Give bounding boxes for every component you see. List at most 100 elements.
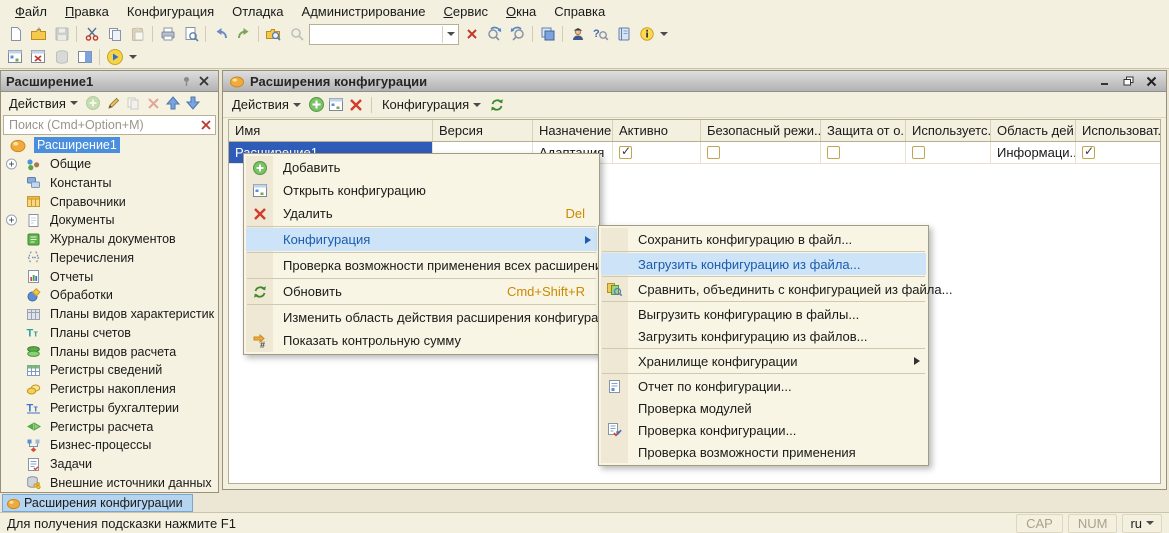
- edit-icon[interactable]: [105, 95, 122, 112]
- tree-item-extension[interactable]: Расширение1: [1, 136, 218, 155]
- menu-item-delete[interactable]: Удалить Del: [246, 202, 597, 225]
- metadata-search-clear-icon[interactable]: [197, 118, 215, 133]
- delete-extension-icon[interactable]: [348, 96, 365, 113]
- tree-item-data-processors[interactable]: Обработки: [1, 286, 218, 305]
- toolbar-search-input[interactable]: [310, 27, 442, 42]
- cut-icon[interactable]: [80, 24, 103, 44]
- cell-protection[interactable]: [821, 142, 906, 163]
- tree-item-charts-of-accounts[interactable]: Tт Планы счетов: [1, 324, 218, 343]
- cell-use[interactable]: [1076, 142, 1160, 163]
- used-checkbox[interactable]: [912, 146, 925, 159]
- print-preview-icon[interactable]: [179, 24, 202, 44]
- search-next-icon[interactable]: [483, 24, 506, 44]
- start-debugging-icon[interactable]: [103, 47, 126, 67]
- tree-item-reports[interactable]: Отчеты: [1, 267, 218, 286]
- copy-icon[interactable]: [103, 24, 126, 44]
- protection-checkbox[interactable]: [827, 146, 840, 159]
- submenu-item-check-configuration[interactable]: Проверка конфигурации...: [601, 419, 926, 441]
- open-icon[interactable]: [27, 24, 50, 44]
- help-contents-icon[interactable]: [612, 24, 635, 44]
- cell-active[interactable]: [613, 142, 701, 163]
- tree-item-tasks[interactable]: Задачи: [1, 455, 218, 474]
- submenu-item-dump-to-files[interactable]: Выгрузить конфигурацию в файлы...: [601, 303, 926, 325]
- menu-item-check-apply-all[interactable]: Проверка возможности применения всех рас…: [246, 254, 597, 277]
- syntax-helper-icon[interactable]: [566, 24, 589, 44]
- minimize-icon[interactable]: [1096, 74, 1114, 89]
- actions-menu-button[interactable]: Действия: [5, 95, 82, 112]
- language-indicator[interactable]: ru: [1122, 514, 1162, 533]
- column-header-used[interactable]: Используетс...: [906, 120, 991, 141]
- add-extension-icon[interactable]: [308, 96, 325, 113]
- menu-service[interactable]: Сервис: [435, 2, 498, 21]
- tree-item-enumerations[interactable]: Перечисления: [1, 249, 218, 268]
- expand-icon[interactable]: [6, 215, 17, 226]
- tree-item-business-processes[interactable]: Бизнес-процессы: [1, 436, 218, 455]
- new-document-icon[interactable]: [4, 24, 27, 44]
- cell-used[interactable]: [906, 142, 991, 163]
- tree-item-document-journals[interactable]: Журналы документов: [1, 230, 218, 249]
- tree-item-accounting-registers[interactable]: Tт Регистры бухгалтерии: [1, 399, 218, 418]
- metadata-search-input[interactable]: [4, 118, 197, 132]
- tree-item-information-registers[interactable]: Регистры сведений: [1, 361, 218, 380]
- windows-icon[interactable]: [536, 24, 559, 44]
- menu-configuration[interactable]: Конфигурация: [118, 2, 223, 21]
- save-icon[interactable]: [50, 24, 73, 44]
- toolbar-more-icon[interactable]: [660, 32, 668, 36]
- cell-scope[interactable]: Информаци...: [991, 142, 1076, 163]
- tree-item-constants[interactable]: Константы: [1, 174, 218, 193]
- search-previous-icon[interactable]: [506, 24, 529, 44]
- info-icon[interactable]: [635, 24, 658, 44]
- column-header-active[interactable]: Активно: [613, 120, 701, 141]
- column-header-use[interactable]: Использоват...: [1076, 120, 1160, 141]
- extensions-actions-button[interactable]: Действия: [228, 96, 305, 113]
- column-header-scope[interactable]: Область дей...: [991, 120, 1076, 141]
- use-checkbox[interactable]: [1082, 146, 1095, 159]
- move-down-icon[interactable]: [185, 95, 202, 112]
- tree-item-charts-of-characteristic-types[interactable]: Планы видов характеристик: [1, 305, 218, 324]
- tree-item-external-data-sources[interactable]: Внешние источники данных: [1, 474, 218, 492]
- move-up-icon[interactable]: [165, 95, 182, 112]
- menu-item-open-configuration[interactable]: Открыть конфигурацию: [246, 179, 597, 202]
- menu-help[interactable]: Справка: [545, 2, 614, 21]
- delete-icon[interactable]: [145, 95, 162, 112]
- debug-more-icon[interactable]: [129, 55, 137, 59]
- configuration-menu-button[interactable]: Конфигурация: [378, 96, 485, 113]
- close-configuration-icon[interactable]: [27, 47, 50, 67]
- submenu-item-compare-merge[interactable]: Сравнить, объединить с конфигурацией из …: [601, 278, 926, 300]
- submenu-item-check-applicability[interactable]: Проверка возможности применения: [601, 441, 926, 463]
- search-dropdown-icon[interactable]: [442, 26, 458, 43]
- submenu-item-load-from-files[interactable]: Загрузить конфигурацию из файлов...: [601, 325, 926, 347]
- submenu-item-check-modules[interactable]: Проверка модулей: [601, 397, 926, 419]
- column-header-purpose[interactable]: Назначение: [533, 120, 613, 141]
- expand-icon[interactable]: [6, 159, 17, 170]
- menu-item-show-checksum[interactable]: # Показать контрольную сумму: [246, 329, 597, 352]
- help-search-icon[interactable]: ?: [589, 24, 612, 44]
- tree-item-common[interactable]: Общие: [1, 155, 218, 174]
- menu-item-configuration[interactable]: Конфигурация: [246, 228, 597, 251]
- search-clear-icon[interactable]: [460, 24, 483, 44]
- cell-safe-mode[interactable]: [701, 142, 821, 163]
- refresh-icon[interactable]: [488, 96, 505, 113]
- copy-add-icon[interactable]: [125, 95, 142, 112]
- database-icon[interactable]: [50, 47, 73, 67]
- menu-windows[interactable]: Окна: [497, 2, 545, 21]
- menu-edit[interactable]: Правка: [56, 2, 118, 21]
- menu-item-refresh[interactable]: Обновить Cmd+Shift+R: [246, 280, 597, 303]
- column-header-protection[interactable]: Защита от о...: [821, 120, 906, 141]
- open-configuration-icon[interactable]: [4, 47, 27, 67]
- column-header-version[interactable]: Версия: [433, 120, 533, 141]
- submenu-item-save-to-file[interactable]: Сохранить конфигурацию в файл...: [601, 228, 926, 250]
- active-checkbox[interactable]: [619, 146, 632, 159]
- print-icon[interactable]: [156, 24, 179, 44]
- tree-item-accumulation-registers[interactable]: Регистры накопления: [1, 380, 218, 399]
- menu-item-add[interactable]: Добавить: [246, 156, 597, 179]
- pin-icon[interactable]: [177, 74, 195, 89]
- undo-icon[interactable]: [209, 24, 232, 44]
- exchange-window-icon[interactable]: [73, 47, 96, 67]
- restore-icon[interactable]: [1119, 74, 1137, 89]
- tree-item-calculation-registers[interactable]: Регистры расчета: [1, 417, 218, 436]
- submenu-item-configuration-report[interactable]: Отчет по конфигурации...: [601, 375, 926, 397]
- tree-item-charts-of-calculation-types[interactable]: Планы видов расчета: [1, 342, 218, 361]
- menu-debug[interactable]: Отладка: [223, 2, 292, 21]
- menu-administration[interactable]: Администрирование: [293, 2, 435, 21]
